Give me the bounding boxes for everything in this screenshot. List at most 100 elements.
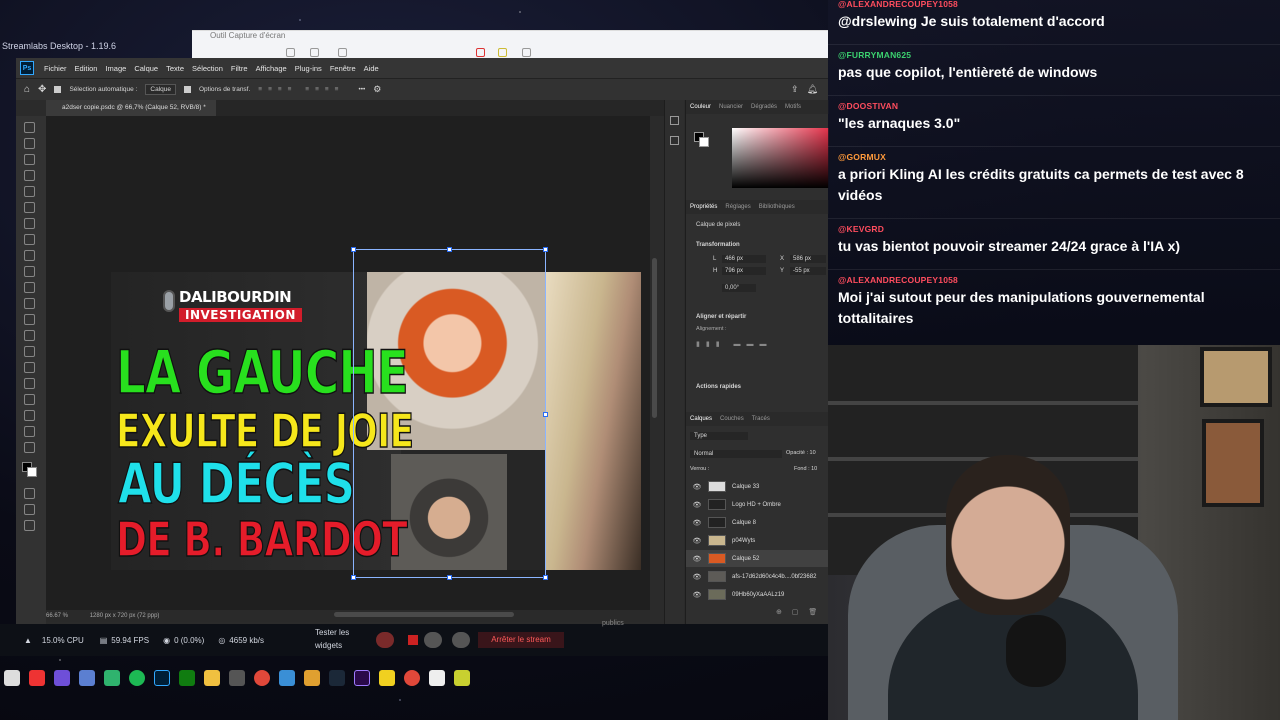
blend-mode-dropdown[interactable]: Normal — [690, 450, 782, 458]
stop-record-icon[interactable] — [408, 635, 418, 645]
width-field[interactable]: 466 px — [722, 255, 766, 263]
brush-tool[interactable] — [24, 250, 35, 261]
quick-actions-heading[interactable]: Actions rapides — [696, 384, 741, 390]
y-field[interactable]: -55 px — [790, 267, 826, 275]
menu-texte[interactable]: Texte — [162, 64, 188, 73]
frame-tool[interactable] — [24, 202, 35, 213]
transform-handle[interactable] — [543, 412, 548, 417]
test-widgets-button[interactable]: Tester les widgets — [315, 626, 349, 652]
tab-proprietes[interactable]: Propriétés — [690, 204, 717, 210]
menu-plugins[interactable]: Plug-ins — [291, 64, 326, 73]
tab-couleur[interactable]: Couleur — [690, 104, 711, 110]
tab-reglages[interactable]: Réglages — [725, 204, 750, 210]
taskbar-spotify-icon[interactable] — [129, 670, 145, 686]
taskbar-folder-icon[interactable] — [204, 670, 220, 686]
object-select-tool[interactable] — [24, 170, 35, 181]
layer-row[interactable]: 👁︎ Calque 33 — [686, 478, 829, 495]
taskbar-chrome-icon[interactable] — [404, 670, 420, 686]
snip-highlighter-icon[interactable] — [498, 48, 507, 57]
lasso-tool[interactable] — [24, 154, 35, 165]
settings-gear-icon[interactable]: ⚙ — [373, 84, 381, 95]
align-heading[interactable]: Aligner et répartir — [696, 314, 746, 320]
taskbar-chrome-icon[interactable] — [254, 670, 270, 686]
transform-handle[interactable] — [543, 247, 548, 252]
menu-image[interactable]: Image — [101, 64, 130, 73]
transform-handle[interactable] — [351, 575, 356, 580]
menu-affichage[interactable]: Affichage — [252, 64, 291, 73]
tab-traces[interactable]: Tracés — [752, 416, 770, 422]
eye-icon[interactable]: 👁︎ — [686, 501, 708, 509]
move-tool-icon[interactable]: ✥ — [38, 84, 46, 95]
height-field[interactable]: 796 px — [722, 267, 766, 275]
menu-fenetre[interactable]: Fenêtre — [326, 64, 360, 73]
snip-eraser-icon[interactable] — [522, 48, 531, 57]
layer-actions-icons[interactable]: ⊕ ▢ 🗑︎ — [776, 608, 821, 616]
transform-options-checkbox[interactable] — [183, 86, 191, 93]
menu-filtre[interactable]: Filtre — [227, 64, 252, 73]
snip-mode-button[interactable] — [310, 48, 319, 57]
menu-selection[interactable]: Sélection — [188, 64, 227, 73]
stop-stream-button[interactable]: Arrêter le stream — [478, 632, 564, 648]
taskbar-photoshop-icon[interactable] — [154, 670, 170, 686]
taskbar-app-icon[interactable] — [454, 670, 470, 686]
taskbar-app-icon[interactable] — [429, 670, 445, 686]
layer-row-selected[interactable]: 👁︎ Calque 52 — [686, 550, 829, 567]
layer-row[interactable]: 👁︎ Logo HD + Ombre — [686, 496, 829, 513]
edit-toolbar-tool[interactable] — [24, 520, 35, 531]
opacity-field[interactable]: Opacité : 10 — [786, 450, 816, 456]
more-options-icon[interactable]: ••• — [358, 86, 365, 93]
horizontal-scrollbar[interactable] — [334, 612, 514, 617]
taskbar-streamlabs-icon[interactable] — [104, 670, 120, 686]
taskbar-premiere-icon[interactable] — [354, 670, 370, 686]
taskbar-app-icon[interactable] — [304, 670, 320, 686]
taskbar-app-icon[interactable] — [379, 670, 395, 686]
home-icon[interactable]: ⌂ — [24, 84, 30, 95]
color-picker-field[interactable] — [732, 128, 829, 188]
menu-aide[interactable]: Aide — [360, 64, 383, 73]
notifications-icon[interactable]: 🔔︎ — [807, 84, 818, 95]
history-panel-icon[interactable] — [670, 116, 679, 125]
share-icon[interactable]: ⇪ — [791, 84, 799, 95]
fill-field[interactable]: Fond : 10 — [794, 466, 817, 472]
crop-tool[interactable] — [24, 186, 35, 197]
taskbar-discord-icon[interactable] — [54, 670, 70, 686]
history-brush-tool[interactable] — [24, 282, 35, 293]
auto-select-dropdown[interactable]: Calque — [145, 84, 176, 95]
shape-tool[interactable] — [24, 410, 35, 421]
layer-row[interactable]: 👁︎ afs-17d62d60c4c4b....0bf23682 — [686, 568, 829, 585]
tab-calques[interactable]: Calques — [690, 416, 712, 422]
blur-tool[interactable] — [24, 330, 35, 341]
eraser-tool[interactable] — [24, 298, 35, 309]
hand-tool[interactable] — [24, 426, 35, 437]
eye-icon[interactable]: 👁︎ — [686, 591, 708, 599]
move-tool[interactable] — [24, 122, 35, 133]
eyedropper-tool[interactable] — [24, 218, 35, 229]
quick-mask-tool[interactable] — [24, 488, 35, 499]
tab-bibliotheques[interactable]: Bibliothèques — [759, 204, 795, 210]
tab-nuancier[interactable]: Nuancier — [719, 104, 743, 110]
eye-icon[interactable]: 👁︎ — [686, 483, 708, 491]
eye-icon[interactable]: 👁︎ — [686, 573, 708, 581]
transformation-heading[interactable]: Transformation — [696, 242, 740, 248]
panel-background-swatch[interactable] — [699, 137, 709, 147]
snip-new-button[interactable] — [286, 48, 295, 57]
auto-select-checkbox[interactable] — [54, 86, 62, 93]
align-icons[interactable]: ≡≡≡≡ ≡≡≡≡ — [258, 86, 344, 93]
layer-row[interactable]: 👁︎ p04Wyts — [686, 532, 829, 549]
screenshot-button[interactable] — [452, 632, 470, 648]
transform-handle[interactable] — [447, 575, 452, 580]
menu-calque[interactable]: Calque — [130, 64, 162, 73]
layer-filter-dropdown[interactable]: Type — [690, 432, 748, 440]
taskbar-xbox-icon[interactable] — [179, 670, 195, 686]
snip-video-button[interactable] — [338, 48, 347, 57]
taskbar-explorer-icon[interactable] — [4, 670, 20, 686]
taskbar-app-icon[interactable] — [79, 670, 95, 686]
vertical-scrollbar[interactable] — [652, 258, 657, 418]
transform-handle[interactable] — [351, 247, 356, 252]
screen-mode-tool[interactable] — [24, 504, 35, 515]
x-field[interactable]: 586 px — [790, 255, 826, 263]
zoom-tool[interactable] — [24, 442, 35, 453]
tab-degrades[interactable]: Dégradés — [751, 104, 777, 110]
zoom-level[interactable]: 66.67 % — [46, 613, 68, 619]
tab-couches[interactable]: Couches — [720, 416, 744, 422]
